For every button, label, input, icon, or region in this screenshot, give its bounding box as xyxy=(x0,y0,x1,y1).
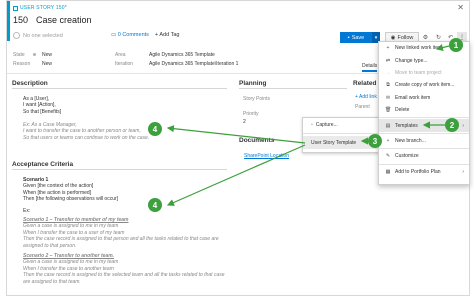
callout-arrows xyxy=(166,44,450,206)
callout-badge-3: 3 xyxy=(368,134,382,148)
callout-arrow-1 xyxy=(435,44,450,52)
callout-arrow-4a xyxy=(166,125,306,144)
callout-arrow-4b xyxy=(166,144,306,206)
callout-badge-4: 4 xyxy=(148,122,162,136)
callout-badge-1: 1 xyxy=(449,38,463,52)
callout-badge-2: 2 xyxy=(445,118,459,132)
callout-badge-4-second: 4 xyxy=(148,198,162,212)
